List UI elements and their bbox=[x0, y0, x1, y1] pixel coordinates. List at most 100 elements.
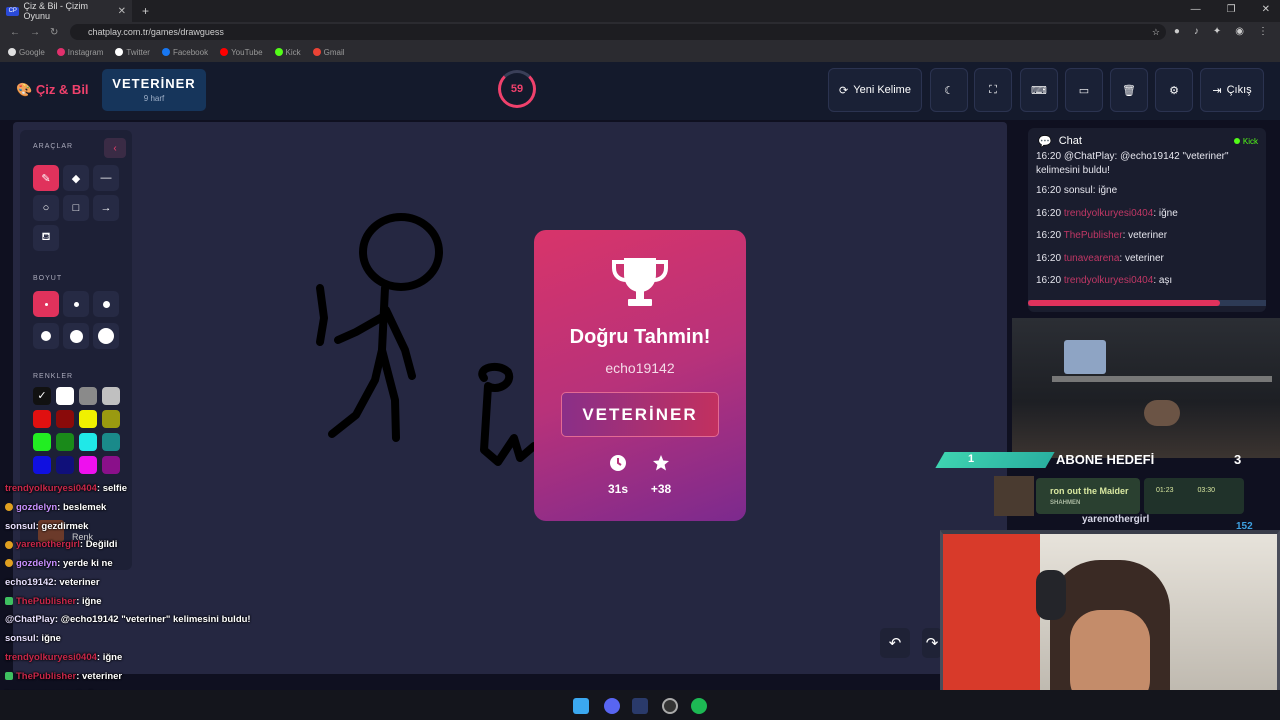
color-swatch[interactable] bbox=[79, 410, 97, 428]
exit-button[interactable]: ⇥ Çıkış bbox=[1200, 68, 1264, 112]
chat-title: Chat bbox=[1058, 135, 1082, 147]
fill-tool[interactable]: ⛾ bbox=[33, 225, 59, 251]
size-s[interactable] bbox=[63, 291, 89, 317]
size-dot bbox=[41, 331, 51, 341]
overlay-chat-text: : gezdirmek bbox=[35, 520, 89, 532]
archive-button[interactable]: ▭ bbox=[1065, 68, 1103, 112]
minimize-icon[interactable]: — bbox=[1191, 4, 1201, 15]
chat-messages: 16:20 @ChatPlay: @echo19142 "veteriner" … bbox=[1028, 150, 1266, 293]
bookmark-label: Google bbox=[19, 47, 45, 57]
overlay-chat-line: ThePublisher: veteriner bbox=[5, 668, 305, 687]
spotify-icon[interactable] bbox=[691, 698, 707, 714]
message-time: 16:20 bbox=[1036, 275, 1062, 287]
message-user[interactable]: ThePublisher bbox=[1064, 230, 1123, 241]
windows-start-icon[interactable] bbox=[573, 698, 589, 714]
color-swatch[interactable] bbox=[102, 410, 120, 428]
bookmark-icon bbox=[220, 48, 229, 57]
size-xxl[interactable] bbox=[93, 323, 119, 349]
color-swatch[interactable] bbox=[56, 433, 74, 451]
arrow-tool[interactable]: → bbox=[93, 195, 119, 221]
color-swatch[interactable] bbox=[56, 387, 74, 405]
color-swatch[interactable] bbox=[102, 387, 120, 405]
stream-chat-overlay: trendyolkuryesi0404: selfie gozdelyn: bes… bbox=[5, 480, 305, 720]
reload-icon[interactable]: ↻ bbox=[50, 27, 58, 38]
clear-button[interactable]: 🗑 bbox=[1110, 68, 1148, 112]
color-swatch[interactable] bbox=[102, 456, 120, 474]
color-swatch[interactable] bbox=[56, 456, 74, 474]
size-l[interactable] bbox=[33, 323, 59, 349]
color-swatch[interactable]: ✓ bbox=[33, 387, 51, 405]
overlay-chat-user: sonsul bbox=[5, 633, 36, 644]
dark-mode-button[interactable]: ☾ bbox=[930, 68, 968, 112]
keyboard-button[interactable]: ⌨ bbox=[1020, 68, 1058, 112]
color-swatch[interactable] bbox=[79, 456, 97, 474]
menu-icon[interactable]: ⋮ bbox=[1258, 26, 1268, 37]
line-tool[interactable]: — bbox=[93, 165, 119, 191]
back-icon[interactable]: ← bbox=[10, 27, 20, 38]
message-user[interactable]: trendyolkuryesi0404 bbox=[1064, 208, 1154, 219]
profile-icon[interactable]: ◉ bbox=[1235, 26, 1244, 37]
browser-icon[interactable] bbox=[662, 698, 678, 714]
rectangle-tool[interactable]: □ bbox=[63, 195, 89, 221]
trash-icon: 🗑 bbox=[1122, 84, 1136, 97]
color-swatch[interactable] bbox=[33, 410, 51, 428]
puzzle-icon[interactable]: ✦ bbox=[1213, 26, 1221, 37]
undo-button[interactable]: ↶ bbox=[880, 628, 910, 658]
url-input[interactable]: chatplay.com.tr/games/drawguess ☆ bbox=[70, 24, 1166, 40]
brush-icon: ✎ bbox=[41, 172, 51, 185]
color-swatch[interactable] bbox=[102, 433, 120, 451]
bookmark-item[interactable]: Instagram bbox=[56, 48, 103, 57]
overlay-chat-text: : beslemek bbox=[57, 501, 107, 513]
size-xl[interactable] bbox=[63, 323, 89, 349]
bookmark-star-icon[interactable]: ☆ bbox=[1152, 27, 1160, 38]
color-swatch[interactable] bbox=[79, 387, 97, 405]
discord-icon[interactable] bbox=[604, 698, 620, 714]
overlay-chat-user: echo19142 bbox=[5, 576, 54, 588]
brush-tool[interactable]: ✎ bbox=[33, 165, 59, 191]
bookmark-item[interactable]: Gmail bbox=[312, 48, 345, 57]
message-user[interactable]: @ChatPlay bbox=[1064, 151, 1115, 162]
bookmark-item[interactable]: Google bbox=[8, 48, 45, 57]
overlay-chat-text: : veteriner bbox=[76, 670, 123, 682]
round-timer: 59 bbox=[498, 70, 536, 108]
bookmark-item[interactable]: Kick bbox=[274, 48, 301, 57]
app-icon[interactable] bbox=[632, 698, 648, 714]
collapse-panel-button[interactable]: ‹ bbox=[104, 138, 126, 158]
color-swatch[interactable] bbox=[33, 433, 51, 451]
eraser-tool[interactable]: ◆ bbox=[63, 165, 89, 191]
app-logo[interactable]: 🎨 Çiz & Bil bbox=[16, 82, 89, 98]
color-swatch[interactable] bbox=[33, 456, 51, 474]
close-window-icon[interactable]: ✕ bbox=[1262, 4, 1270, 15]
overlay-chat-line: ThePublisher: iğne bbox=[5, 593, 305, 612]
bookmark-item[interactable]: Facebook bbox=[161, 48, 208, 57]
goal-current: 1 bbox=[968, 453, 975, 465]
circle-tool[interactable]: ○ bbox=[33, 195, 59, 221]
moon-icon: ☾ bbox=[944, 84, 954, 97]
settings-button[interactable]: ⚙ bbox=[1155, 68, 1193, 112]
site-favicon: CP bbox=[6, 6, 20, 16]
fullscreen-button[interactable]: ⛶ bbox=[974, 68, 1012, 112]
forward-icon[interactable]: → bbox=[30, 27, 40, 38]
message-user[interactable]: tunavearena bbox=[1064, 253, 1120, 264]
message-user[interactable]: sonsul bbox=[1064, 185, 1093, 196]
extension-icon[interactable]: ● bbox=[1174, 26, 1180, 37]
volume-icon[interactable]: ♪ bbox=[1194, 26, 1199, 37]
bookmark-item[interactable]: YouTube bbox=[220, 48, 263, 57]
size-xs[interactable] bbox=[33, 291, 59, 317]
color-swatch[interactable] bbox=[79, 433, 97, 451]
color-swatch[interactable] bbox=[56, 410, 74, 428]
message-user[interactable]: trendyolkuryesi0404 bbox=[1064, 275, 1154, 286]
new-tab-icon[interactable]: + bbox=[142, 4, 149, 18]
person-shape bbox=[1144, 400, 1180, 426]
bookmark-icon bbox=[161, 48, 170, 57]
chat-message: 16:20 tunavearena: veteriner bbox=[1036, 248, 1258, 271]
song-info: ron out the Maider SHAHMEN bbox=[1036, 478, 1140, 514]
overlay-chat-line: sonsul: gezdirmek bbox=[5, 518, 305, 537]
size-m[interactable] bbox=[93, 291, 119, 317]
bookmark-item[interactable]: Twitter bbox=[115, 48, 150, 57]
browser-tab[interactable]: CP Çiz & Bil - Çizim Oyunu ✕ bbox=[0, 0, 132, 22]
close-tab-icon[interactable]: ✕ bbox=[118, 6, 126, 17]
new-word-button[interactable]: ⟳ Yeni Kelime bbox=[828, 68, 922, 112]
redo-button[interactable]: ↷ bbox=[922, 628, 942, 658]
maximize-icon[interactable]: ❐ bbox=[1227, 4, 1236, 15]
